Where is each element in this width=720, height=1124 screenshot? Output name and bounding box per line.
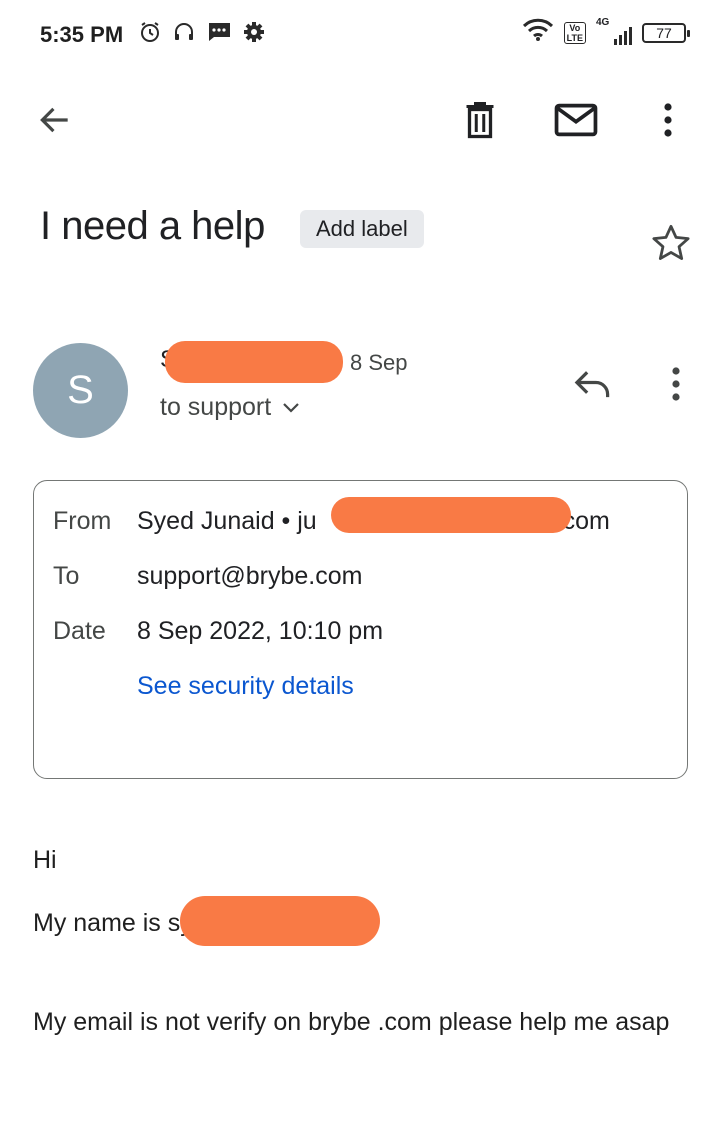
security-details-link[interactable]: See security details [137,672,354,701]
chevron-down-icon [283,402,299,413]
message-details-panel: From Syed Junaid • junail.com To support… [33,480,688,779]
headset-icon [172,20,196,49]
status-bar: 5:35 PM Vo LTE 4G 77 [0,0,720,70]
to-label: To [53,562,80,590]
mail-icon [554,103,598,137]
date-label: Date [53,617,106,645]
volte-icon: Vo LTE [563,21,586,44]
battery-indicator: 77 [642,22,690,43]
from-label: From [53,507,112,535]
redaction-sender [165,341,343,383]
status-icons-left [138,20,266,49]
battery-level: 77 [656,24,672,41]
settings-icon [242,20,266,49]
mark-unread-button[interactable] [550,96,602,144]
email-subject: I need a help [40,204,265,248]
trash-icon [466,102,494,139]
wifi-icon [522,18,554,47]
to-value: support@brybe.com [137,562,363,590]
sender-avatar[interactable]: S [33,343,128,438]
arrow-back-icon [40,107,68,133]
reply-icon [574,371,610,398]
reply-button[interactable] [568,362,618,406]
status-time: 5:35 PM [40,22,124,47]
message-icon [206,20,232,49]
recipients-label: to support [160,393,272,421]
date-value: 8 Sep 2022, 10:10 pm [137,617,384,645]
email-date-short: 8 Sep [350,350,408,375]
star-icon [652,224,690,260]
back-button[interactable] [30,98,80,142]
star-button[interactable] [650,222,692,269]
status-icons-right: Vo LTE 4G 77 [522,17,690,47]
signal-icon: 4G [596,17,632,45]
body-greeting: Hi [33,846,57,874]
more-options-button[interactable] [646,96,690,144]
message-more-button[interactable] [656,362,696,406]
network-type: 4G [596,16,610,28]
more-vert-icon [664,103,672,137]
body-name-line: My name is sy [33,909,193,937]
body-message: My email is not verify on brybe .com ple… [33,1008,670,1036]
alarm-icon [138,20,162,49]
from-name: Syed Junaid • ju [137,507,317,535]
more-vert-icon [672,367,680,401]
delete-button[interactable] [456,96,504,144]
app-bar [0,80,720,160]
redaction-name [180,896,380,946]
recipients-toggle[interactable]: to support [160,393,301,422]
redaction-email [331,497,571,533]
add-label-button[interactable]: Add label [300,210,424,248]
